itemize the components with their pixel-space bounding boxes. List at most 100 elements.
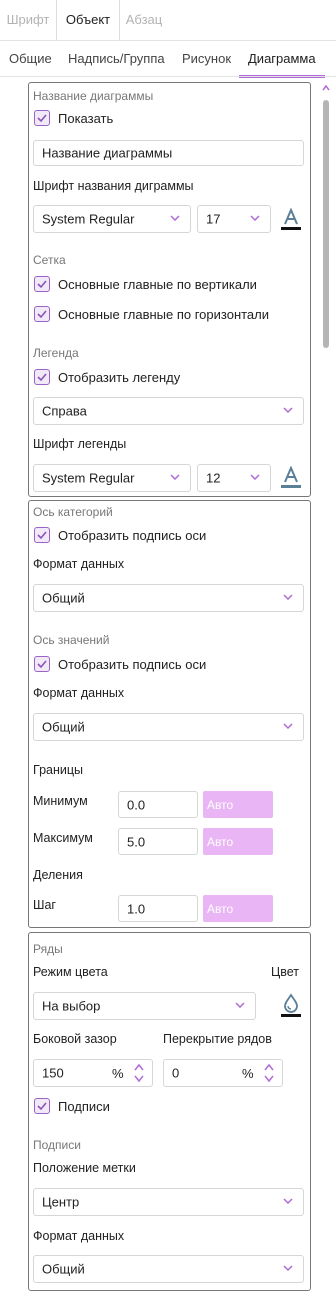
gap-label: Боковой зазор (33, 1032, 117, 1046)
tab-font[interactable]: Шрифт (0, 0, 56, 40)
color-fill-icon[interactable] (280, 993, 302, 1018)
tab-paragraph[interactable]: Абзац (118, 0, 170, 40)
chevron-down-icon (170, 474, 180, 480)
chevron-down-icon (170, 215, 180, 221)
chevron-down-icon (250, 215, 260, 221)
value-axis-show-label: Отобразить подпись оси (58, 657, 207, 672)
scrollbar-thumb[interactable] (323, 100, 329, 348)
value-format-select[interactable]: Общий (33, 713, 304, 741)
show-legend-checkbox[interactable] (34, 369, 50, 385)
maximum-value: 5.0 (127, 834, 146, 849)
subtab-divider (0, 76, 336, 77)
chevron-down-icon (283, 1198, 293, 1204)
maximum-auto-label: Авто (207, 834, 234, 849)
step-auto-button[interactable]: Авто (203, 895, 273, 922)
series-header: Ряды (33, 942, 63, 956)
overlap-stepper-icon[interactable] (264, 1062, 274, 1084)
category-format-value: Общий (42, 590, 85, 606)
minimum-auto-label: Авто (207, 797, 234, 812)
checkmark-icon (37, 373, 47, 382)
chevron-down-icon (235, 1002, 245, 1008)
legend-font-size-value: 12 (206, 470, 221, 486)
chevron-down-icon (283, 594, 293, 600)
chevron-down-icon (283, 407, 293, 413)
title-font-family-value: System Regular (42, 211, 135, 227)
grid-vertical-checkbox[interactable] (34, 276, 50, 292)
show-title-label: Показать (58, 111, 114, 126)
maximum-auto-button[interactable]: Авто (203, 828, 273, 855)
color-label: Цвет (271, 965, 300, 979)
grid-horizontal-checkbox[interactable] (34, 306, 50, 322)
checkmark-icon (37, 1102, 47, 1111)
title-font-size-select[interactable]: 17 (197, 205, 271, 233)
category-format-select[interactable]: Общий (33, 584, 304, 612)
labels-header: Подписи (33, 1138, 81, 1152)
step-label: Шаг (33, 898, 56, 912)
label-format-label: Формат данных (33, 1229, 125, 1243)
maximum-label: Максимум (33, 831, 93, 845)
legend-position-value: Справа (42, 403, 87, 419)
overlap-input[interactable]: 0 % (163, 1059, 283, 1087)
chevron-down-icon (283, 1265, 293, 1271)
chart-title-header: Название диаграммы (33, 89, 154, 103)
chevron-down-icon (283, 723, 293, 729)
gap-stepper-icon[interactable] (134, 1062, 144, 1084)
grid-vertical-label: Основные главные по вертикали (58, 277, 257, 292)
step-auto-label: Авто (207, 901, 234, 916)
minimum-value: 0.0 (127, 797, 146, 812)
color-mode-select[interactable]: На выбор (33, 992, 256, 1020)
value-axis-header: Ось значений (33, 633, 110, 647)
series-labels-checkbox[interactable] (34, 1098, 50, 1114)
chart-title-input[interactable]: Название диаграммы (33, 140, 304, 166)
value-format-label: Формат данных (33, 686, 125, 700)
checkmark-icon (37, 660, 47, 669)
font-color-icon[interactable] (280, 208, 302, 232)
legend-font-family-value: System Regular (42, 470, 135, 486)
label-format-select[interactable]: Общий (33, 1255, 304, 1283)
subtab-general[interactable]: Общие (9, 40, 52, 76)
checkmark-icon (37, 114, 47, 123)
value-axis-show-checkbox[interactable] (34, 656, 50, 672)
category-format-label: Формат данных (33, 557, 125, 571)
label-position-select[interactable]: Центр (33, 1188, 304, 1216)
scroll-up-icon[interactable] (322, 85, 330, 91)
legend-font-color-icon[interactable] (280, 466, 302, 490)
category-axis-header: Ось категорий (33, 505, 113, 519)
checkmark-icon (37, 280, 47, 289)
title-font-family-select[interactable]: System Regular (33, 205, 191, 233)
subtab-caption-group[interactable]: Надпись/Группа (68, 40, 165, 76)
category-axis-show-label: Отобразить подпись оси (58, 528, 207, 543)
ticks-label: Деления (33, 868, 83, 882)
legend-position-select[interactable]: Справа (33, 397, 304, 425)
show-legend-label: Отобразить легенду (58, 370, 181, 385)
subtab-chart[interactable]: Диаграмма (239, 40, 325, 78)
legend-font-label: Шрифт легенды (33, 437, 127, 451)
gap-percent: % (112, 1066, 124, 1081)
legend-header: Легенда (33, 346, 79, 360)
grid-header: Сетка (33, 253, 66, 267)
step-value: 1.0 (127, 901, 146, 916)
label-position-value: Центр (42, 1194, 80, 1210)
top-tab-bar: Шрифт Объект Абзац (0, 0, 336, 40)
overlap-label: Перекрытие рядов (163, 1032, 272, 1046)
step-input[interactable]: 1.0 (118, 895, 198, 922)
color-mode-value: На выбор (42, 998, 101, 1014)
minimum-label: Минимум (33, 794, 88, 808)
title-font-label: Шрифт названия диграммы (33, 179, 194, 193)
legend-font-size-select[interactable]: 12 (197, 464, 271, 492)
minimum-input[interactable]: 0.0 (118, 791, 198, 818)
color-mode-label: Режим цвета (33, 965, 108, 979)
minimum-auto-button[interactable]: Авто (203, 791, 273, 818)
label-position-label: Положение метки (33, 1161, 136, 1175)
subtab-picture[interactable]: Рисунок (182, 40, 231, 76)
category-axis-show-checkbox[interactable] (34, 527, 50, 543)
show-title-checkbox[interactable] (34, 110, 50, 126)
series-labels-label: Подписи (58, 1099, 110, 1114)
chevron-down-icon (250, 474, 260, 480)
gap-input[interactable]: 150 % (33, 1059, 153, 1087)
value-format-value: Общий (42, 719, 85, 735)
maximum-input[interactable]: 5.0 (118, 828, 198, 855)
legend-font-family-select[interactable]: System Regular (33, 464, 191, 492)
tab-object[interactable]: Объект (56, 0, 120, 40)
overlap-percent: % (242, 1066, 254, 1081)
